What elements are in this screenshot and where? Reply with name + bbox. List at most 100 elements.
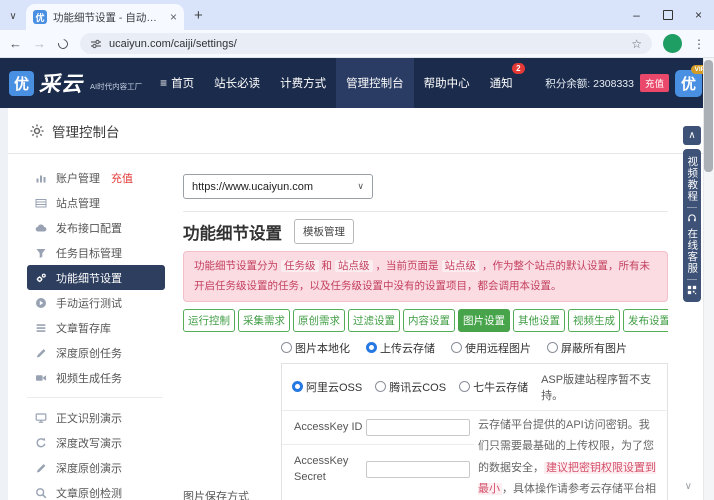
- monitor-icon: [35, 412, 47, 424]
- sidebar-item-task-target-management[interactable]: 任务目标管理: [27, 240, 165, 265]
- url-text[interactable]: ucaiyun.com/caiji/settings/: [109, 38, 624, 50]
- tab-publish-settings[interactable]: 发布设置: [623, 309, 668, 332]
- nav-label: 通知: [490, 75, 513, 91]
- accesskey-secret-input[interactable]: [366, 461, 470, 478]
- section-title: 功能细节设置: [183, 220, 282, 244]
- nav-item-admin-console[interactable]: 管理控制台: [336, 58, 414, 108]
- sidebar-item-article-staging-library[interactable]: 文章暂存库: [27, 315, 165, 340]
- tab-image-settings[interactable]: 图片设置: [458, 309, 510, 332]
- nav-item-notifications[interactable]: 通知 2: [480, 58, 523, 108]
- window-maximize-button[interactable]: [652, 0, 683, 30]
- sidebar-item-deep-original-demo[interactable]: 深度原创演示: [27, 455, 165, 480]
- forward-icon[interactable]: →: [33, 37, 46, 50]
- radio-checked-icon: [292, 381, 303, 392]
- template-manage-button[interactable]: 模板管理: [294, 219, 354, 244]
- notice-tag-site-level: 站点级: [442, 260, 480, 272]
- site-logo[interactable]: 优 采云 AI时代内容工厂: [0, 68, 150, 98]
- browser-menu-icon[interactable]: ⋮: [693, 37, 705, 51]
- qr-code-icon[interactable]: [687, 285, 697, 295]
- video-tutorial-link[interactable]: 视频教程: [687, 156, 698, 202]
- url-bar[interactable]: ucaiyun.com/caiji/settings/ ☆: [80, 33, 652, 54]
- sidebar-item-label: 任务目标管理: [56, 245, 122, 261]
- window-minimize-button[interactable]: –: [621, 0, 652, 30]
- sidebar-item-deep-original-task[interactable]: 深度原创任务: [27, 340, 165, 365]
- accesskey-id-input[interactable]: [366, 419, 470, 436]
- radio-image-localize[interactable]: 图片本地化: [281, 340, 350, 356]
- scroll-down-icon[interactable]: ∨: [685, 481, 692, 492]
- tab-original-requirements[interactable]: 原创需求: [293, 309, 345, 332]
- new-tab-button[interactable]: +: [194, 7, 203, 24]
- stack-icon: [35, 322, 47, 334]
- sidebar-item-label: 账户管理: [56, 170, 100, 186]
- radio-block-all-images[interactable]: 屏蔽所有图片: [547, 340, 627, 356]
- tab-run-control[interactable]: 运行控制: [183, 309, 235, 332]
- menu-icon: ≡: [160, 76, 167, 90]
- tab-collection-requirements[interactable]: 采集需求: [238, 309, 290, 332]
- back-to-top-button[interactable]: ∧: [683, 126, 701, 145]
- nav-item-webmaster-guide[interactable]: 站长必读: [204, 58, 270, 108]
- nav-item-home[interactable]: ≡ 首页: [150, 58, 204, 108]
- radio-qiniu-storage[interactable]: 七牛云存储: [459, 379, 528, 395]
- sidebar-item-label: 文章暂存库: [56, 320, 111, 336]
- sidebar-item-function-detail-settings[interactable]: 功能细节设置: [27, 265, 165, 290]
- browser-window: ∨ 优 功能细节设置 - 自动文章采集器 × + – × ← → ucaiyun…: [0, 0, 714, 500]
- nav-item-help-center[interactable]: 帮助中心: [414, 58, 480, 108]
- tab-content-settings[interactable]: 内容设置: [403, 309, 455, 332]
- sidebar-item-account-management[interactable]: 账户管理 充值: [27, 165, 165, 190]
- radio-icon: [547, 342, 558, 353]
- browser-tab[interactable]: 优 功能细节设置 - 自动文章采集器 ×: [26, 4, 184, 30]
- image-save-mode-label: 图片保存方式: [183, 488, 281, 500]
- window-close-button[interactable]: ×: [683, 0, 714, 30]
- user-avatar[interactable]: 优 VIP: [675, 70, 702, 97]
- radio-label: 上传云存储: [380, 340, 435, 356]
- cloud-storage-settings-box: 阿里云OSS 腾讯云COS 七牛云存储 ASP版建站程序暂不支持。 Access…: [281, 363, 668, 500]
- reload-icon[interactable]: [57, 38, 69, 50]
- logo-name: 采云: [39, 68, 83, 98]
- recharge-button[interactable]: 充值: [640, 74, 669, 92]
- tab-other-settings[interactable]: 其他设置: [513, 309, 565, 332]
- nav-label: 站长必读: [214, 75, 260, 91]
- sidebar-item-manual-run-test[interactable]: 手动运行测试: [27, 290, 165, 315]
- sidebar-item-video-generation-task[interactable]: 视频生成任务: [27, 365, 165, 390]
- site-settings-icon[interactable]: [90, 38, 102, 50]
- tab-video-generation[interactable]: 视频生成: [568, 309, 620, 332]
- scrollbar-thumb[interactable]: [704, 60, 713, 172]
- tab-close-icon[interactable]: ×: [170, 10, 177, 24]
- radio-label: 七牛云存储: [473, 379, 528, 395]
- headset-icon: [687, 213, 697, 223]
- nav-label: 计费方式: [280, 75, 326, 91]
- bookmark-star-icon[interactable]: ☆: [631, 37, 642, 51]
- left-gutter: [0, 108, 8, 500]
- radio-use-remote-images[interactable]: 使用远程图片: [451, 340, 531, 356]
- nav-item-pricing[interactable]: 计费方式: [270, 58, 336, 108]
- sidebar-item-publish-api-config[interactable]: 发布接口配置: [27, 215, 165, 240]
- header-right: 积分余额: 2308333 充值 优 VIP: [545, 70, 714, 97]
- floating-divider: [687, 279, 697, 280]
- sidebar-item-label: 深度原创演示: [56, 460, 122, 476]
- back-icon[interactable]: ←: [9, 37, 22, 50]
- sidebar-item-site-management[interactable]: 站点管理: [27, 190, 165, 215]
- sidebar-item-content-recognition-demo[interactable]: 正文识别演示: [27, 405, 165, 430]
- browser-profile-avatar[interactable]: [663, 34, 682, 53]
- radio-upload-cloud-storage[interactable]: 上传云存储: [366, 340, 435, 356]
- asp-note: ASP版建站程序暂不支持。: [541, 371, 657, 403]
- site-select[interactable]: https://www.ucaiyun.com ∨: [183, 174, 373, 199]
- tab-filter-settings[interactable]: 过滤设置: [348, 309, 400, 332]
- radio-aliyun-oss[interactable]: 阿里云OSS: [292, 379, 362, 395]
- settings-notice: 功能细节设置分为任务级和站点级，当前页面是站点级，作为整个站点的默认设置，所有未…: [183, 251, 668, 302]
- logo-square: 优: [9, 71, 34, 96]
- online-service-link[interactable]: 在线客服: [687, 228, 698, 274]
- radio-tencent-cos[interactable]: 腾讯云COS: [375, 379, 446, 395]
- radio-label: 使用远程图片: [465, 340, 531, 356]
- site-header: 优 采云 AI时代内容工厂 ≡ 首页 站长必读 计费方式 管理控制台 帮助中心 …: [0, 58, 714, 108]
- sidebar-item-deep-rewrite-demo[interactable]: 深度改写演示: [27, 430, 165, 455]
- provider-radio-group: 阿里云OSS 腾讯云COS 七牛云存储 ASP版建站程序暂不支持。: [282, 364, 667, 411]
- tab-search-chevron-icon[interactable]: ∨: [0, 11, 26, 30]
- sidebar-item-label: 发布接口配置: [56, 220, 122, 236]
- sidebar-item-label: 正文识别演示: [56, 410, 122, 426]
- sidebar-item-label: 视频生成任务: [56, 370, 122, 386]
- main-content: https://www.ucaiyun.com ∨ 功能细节设置 模板管理 功能…: [171, 154, 668, 500]
- radio-label: 屏蔽所有图片: [561, 340, 627, 356]
- sidebar-item-article-originality-check[interactable]: 文章原创检测: [27, 480, 165, 500]
- sidebar-recharge-link[interactable]: 充值: [111, 170, 133, 186]
